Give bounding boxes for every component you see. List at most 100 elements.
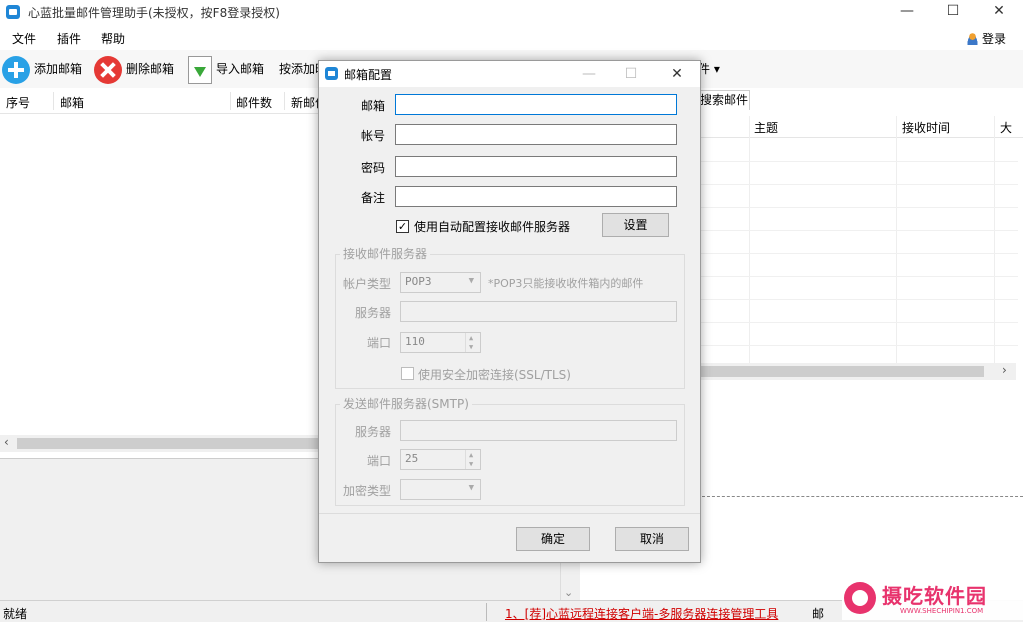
maximize-button[interactable]: ☐: [930, 0, 976, 26]
col-index[interactable]: 序号: [6, 94, 30, 111]
watermark: 摄吃软件园 WWW.SHECHIPIN1.COM: [842, 578, 1023, 620]
recv-server-field: [400, 301, 677, 322]
table-row[interactable]: [698, 162, 1018, 185]
scrollbar-thumb[interactable]: [17, 438, 337, 449]
menu-bar: 文件 插件 帮助 登录: [0, 26, 1023, 50]
scroll-left-icon[interactable]: ‹: [4, 435, 9, 449]
note-field[interactable]: [395, 186, 677, 207]
table-row[interactable]: [698, 231, 1018, 254]
app-window: 心蓝批量邮件管理助手(未授权，按F8登录授权) — ☐ ✕ 文件 插件 帮助 登…: [0, 0, 1023, 622]
spin-arrows-icon: ▲ ▼: [465, 333, 480, 352]
delete-icon: [94, 55, 122, 84]
settings-button[interactable]: 设置: [602, 213, 669, 237]
add-icon: [2, 55, 30, 84]
delete-mailbox-button[interactable]: 删除邮箱: [94, 54, 174, 84]
user-icon: [966, 32, 979, 45]
send-server-label: 服务器: [354, 425, 391, 439]
dialog-title: 邮箱配置: [344, 68, 393, 82]
receive-server-legend: 接收邮件服务器: [340, 245, 431, 262]
send-port-label: 端口: [366, 454, 391, 468]
col-mail-count[interactable]: 邮件数: [236, 94, 272, 111]
col-divider: [53, 92, 54, 110]
send-server-legend: 发送邮件服务器(SMTP): [340, 395, 472, 412]
table-row[interactable]: [698, 208, 1018, 231]
send-server-field: [400, 420, 677, 441]
import-mailbox-button[interactable]: 导入邮箱: [188, 54, 264, 84]
window-title: 心蓝批量邮件管理助手(未授权，按F8登录授权): [28, 6, 280, 20]
minimize-button[interactable]: —: [884, 0, 930, 26]
add-mailbox-button[interactable]: 添加邮箱: [2, 54, 82, 84]
note-label: 备注: [360, 191, 385, 205]
dialog-maximize-button: ☐: [624, 66, 638, 82]
table-row[interactable]: [698, 254, 1018, 277]
splitter[interactable]: [702, 496, 1023, 497]
watermark-text: 摄吃软件园: [882, 584, 987, 608]
menu-plugins[interactable]: 插件: [57, 30, 81, 47]
menu-help[interactable]: 帮助: [101, 30, 125, 47]
account-label: 帐号: [360, 129, 385, 143]
ssl-checkbox: [401, 367, 414, 380]
ad-link[interactable]: 1、[荐]心蓝远程连接客户端-多服务器连接管理工具: [505, 605, 778, 622]
watermark-url: WWW.SHECHIPIN1.COM: [900, 607, 984, 615]
recv-server-label: 服务器: [354, 306, 391, 320]
app-icon: [6, 5, 20, 19]
dialog-title-bar: 邮箱配置 — ☐ ✕: [319, 61, 700, 87]
encryption-select: ▼: [400, 479, 481, 500]
table-row[interactable]: [698, 323, 1018, 346]
toolbar-dropdown[interactable]: 件 ▾: [698, 60, 720, 77]
password-label: 密码: [360, 161, 385, 175]
scroll-down-icon[interactable]: ⌄: [564, 586, 573, 599]
scroll-right-icon[interactable]: ›: [1002, 363, 1007, 377]
menu-file[interactable]: 文件: [12, 30, 36, 47]
col-divider: [230, 92, 231, 110]
dialog-app-icon: [325, 67, 338, 80]
dialog-close-button[interactable]: ✕: [657, 63, 697, 85]
password-field[interactable]: [395, 156, 677, 177]
tab-search-mail[interactable]: 搜索邮件: [698, 90, 750, 110]
col-subject[interactable]: 主题: [754, 119, 778, 136]
mailbox-config-dialog: 邮箱配置 — ☐ ✕ 邮箱 帐号 密码 备注 ✓ 使用自动配置接收邮件服务器 设…: [318, 60, 701, 563]
table-row[interactable]: [698, 277, 1018, 300]
send-port-value: 25: [405, 452, 419, 465]
col-mailbox[interactable]: 邮箱: [60, 94, 84, 111]
auto-config-checkbox[interactable]: ✓: [396, 220, 409, 233]
account-type-select: POP3 ▼: [400, 272, 481, 293]
chevron-down-icon: ▼: [468, 483, 474, 493]
account-type-value: POP3: [405, 275, 432, 288]
watermark-logo-icon: [844, 582, 876, 614]
email-label: 邮箱: [360, 99, 385, 113]
table-row[interactable]: [698, 185, 1018, 208]
login-button[interactable]: 登录: [966, 30, 1006, 47]
col-received-time[interactable]: 接收时间: [902, 119, 950, 136]
recv-port-stepper: 110 ▲ ▼: [400, 332, 481, 353]
encryption-label: 加密类型: [342, 484, 391, 498]
table-row[interactable]: [698, 139, 1018, 162]
email-field[interactable]: [395, 94, 677, 115]
delete-mailbox-label: 删除邮箱: [126, 62, 175, 76]
send-port-stepper: 25 ▲ ▼: [400, 449, 481, 470]
pop3-hint: *POP3只能接收收件箱内的邮件: [488, 277, 644, 290]
add-mailbox-label: 添加邮箱: [34, 62, 83, 76]
horizontal-scrollbar[interactable]: ›: [698, 363, 1016, 380]
ssl-label: 使用安全加密连接(SSL/TLS): [418, 368, 571, 382]
cancel-button[interactable]: 取消: [615, 527, 689, 551]
status-right-text: 邮: [812, 607, 825, 621]
table-row[interactable]: [698, 300, 1018, 323]
account-field[interactable]: [395, 124, 677, 145]
import-icon: [188, 55, 212, 84]
recv-port-label: 端口: [366, 336, 391, 350]
chevron-down-icon: ▼: [468, 276, 474, 286]
spin-arrows-icon: ▲ ▼: [465, 450, 480, 469]
status-text: 就绪: [3, 607, 28, 621]
close-button[interactable]: ✕: [976, 0, 1022, 26]
account-type-label: 帐户类型: [342, 277, 391, 291]
recv-port-value: 110: [405, 335, 425, 348]
col-divider: [284, 92, 285, 110]
scrollbar-thumb[interactable]: [698, 366, 984, 377]
col-size[interactable]: 大: [1000, 119, 1012, 136]
title-bar: 心蓝批量邮件管理助手(未授权，按F8登录授权) — ☐ ✕: [0, 0, 1023, 26]
ok-button[interactable]: 确定: [516, 527, 590, 551]
import-mailbox-label: 导入邮箱: [216, 62, 265, 76]
auto-config-label[interactable]: 使用自动配置接收邮件服务器: [414, 218, 570, 235]
status-divider: [486, 603, 487, 621]
